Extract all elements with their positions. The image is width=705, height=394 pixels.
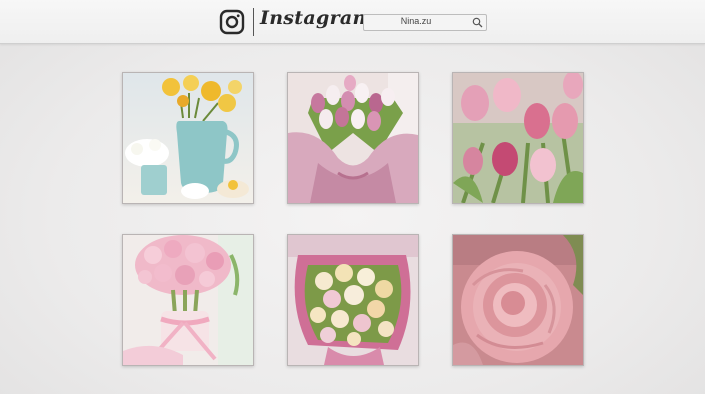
photo-pink-tulips[interactable]: [452, 72, 584, 204]
header-divider: [253, 8, 254, 36]
instagram-wordmark[interactable]: Instagram: [260, 7, 373, 29]
photo-daffodils-blue-pitcher[interactable]: [122, 72, 254, 204]
search-value[interactable]: Nina.zu: [364, 16, 468, 26]
photo-tulip-bouquet-pink-wrap[interactable]: [287, 72, 419, 204]
search-icon[interactable]: [472, 17, 483, 28]
photo-alstroemeria-bouquet[interactable]: [287, 234, 419, 366]
search-input[interactable]: Nina.zu: [363, 14, 487, 31]
instagram-camera-icon[interactable]: [219, 9, 245, 35]
photo-pink-rose[interactable]: [452, 234, 584, 366]
photo-pink-hyacinths[interactable]: [122, 234, 254, 366]
top-navigation-bar: Instagram Nina.zu: [0, 0, 705, 44]
